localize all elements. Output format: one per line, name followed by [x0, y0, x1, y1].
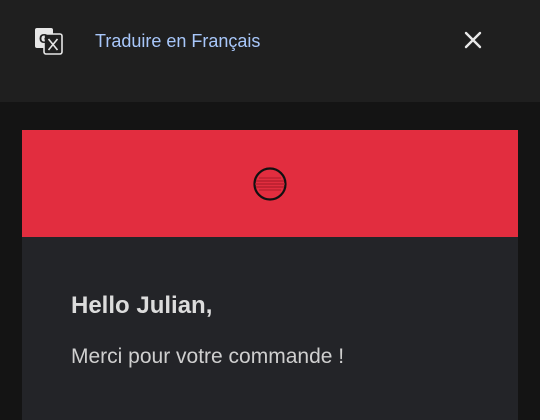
translate-to-french-link[interactable]: Traduire en Français [95, 29, 260, 53]
email-body-line: Merci pour votre commande ! [71, 345, 345, 368]
translation-bar: G Traduire en Français [0, 0, 540, 102]
google-translate-icon[interactable]: G [34, 27, 64, 55]
brand-logo-icon [253, 167, 287, 201]
email-content: Hello Julian, Merci pour votre commande … [22, 130, 518, 420]
email-greeting: Hello Julian, [71, 292, 213, 319]
close-icon[interactable] [460, 27, 486, 53]
svg-text:G: G [39, 31, 49, 46]
brand-header [22, 130, 518, 237]
